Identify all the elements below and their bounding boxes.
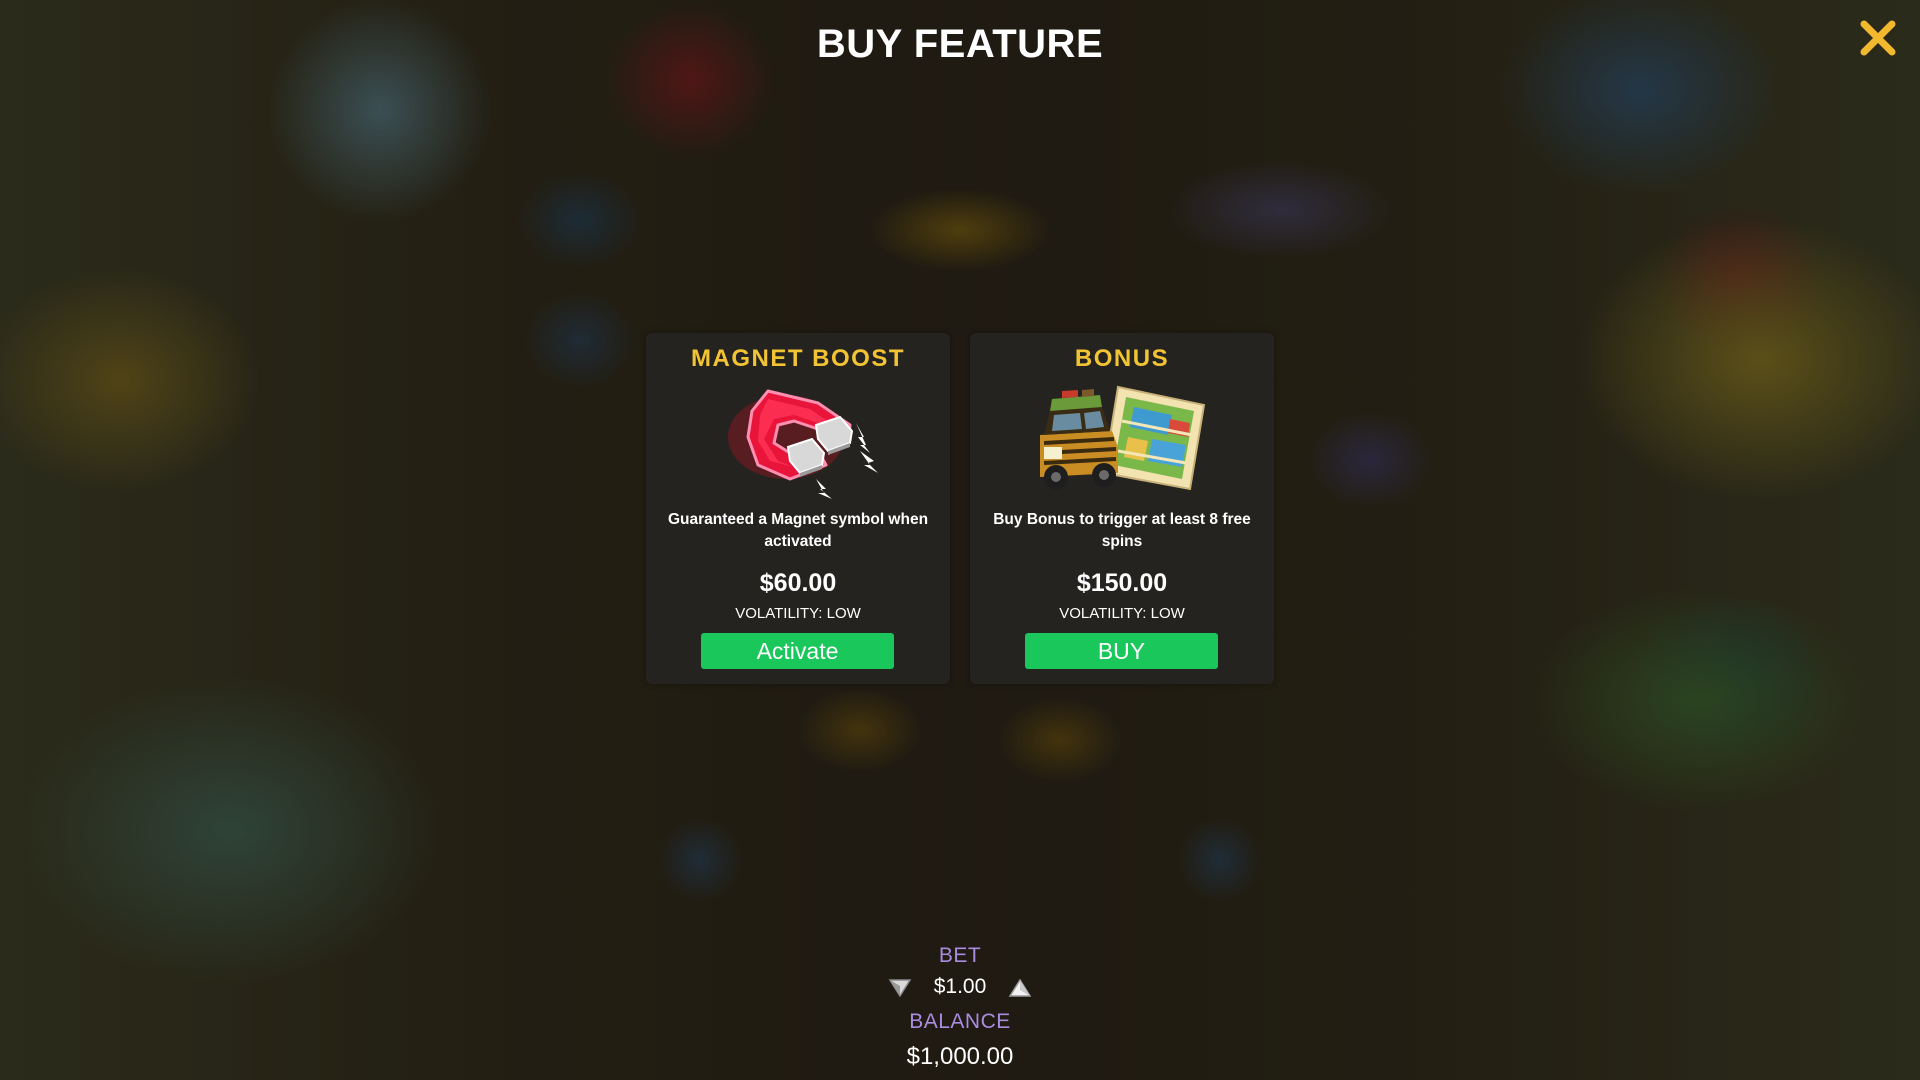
activate-button[interactable]: Activate bbox=[701, 633, 894, 669]
feature-card-magnet-boost: MAGNET BOOST Guaranteed a Magnet symbol … bbox=[646, 333, 950, 684]
feature-card-bonus: BONUS Buy Bonus to trigger at least 8 fr… bbox=[970, 333, 1274, 684]
card-title: BONUS bbox=[1074, 345, 1170, 372]
triangle-up-icon bbox=[1008, 978, 1032, 997]
bet-label: BET bbox=[938, 944, 982, 967]
close-button[interactable] bbox=[1858, 18, 1898, 58]
buy-button[interactable]: BUY bbox=[1025, 633, 1218, 669]
magnet-icon bbox=[698, 381, 898, 501]
close-icon bbox=[1860, 20, 1896, 56]
page-title: BUY FEATURE bbox=[816, 22, 1104, 66]
balance-label: BALANCE bbox=[909, 1010, 1011, 1033]
feature-cards: MAGNET BOOST Guaranteed a Magnet symbol … bbox=[646, 333, 1274, 684]
card-price: $150.00 bbox=[1076, 569, 1168, 597]
safari-jeep-map-icon bbox=[1022, 381, 1222, 501]
card-price: $60.00 bbox=[759, 569, 837, 597]
bet-increase-button[interactable] bbox=[1008, 978, 1032, 998]
card-volatility: VOLATILITY: LOW bbox=[1059, 605, 1185, 622]
card-description: Buy Bonus to trigger at least 8 free spi… bbox=[993, 511, 1251, 550]
bet-control: $1.00 bbox=[0, 974, 1920, 1004]
card-title: MAGNET BOOST bbox=[691, 345, 905, 372]
card-description: Guaranteed a Magnet symbol when activate… bbox=[667, 511, 929, 550]
card-volatility: VOLATILITY: LOW bbox=[735, 605, 861, 622]
balance-value: $1,000.00 bbox=[906, 1043, 1014, 1070]
bet-value: $1.00 bbox=[933, 975, 987, 998]
